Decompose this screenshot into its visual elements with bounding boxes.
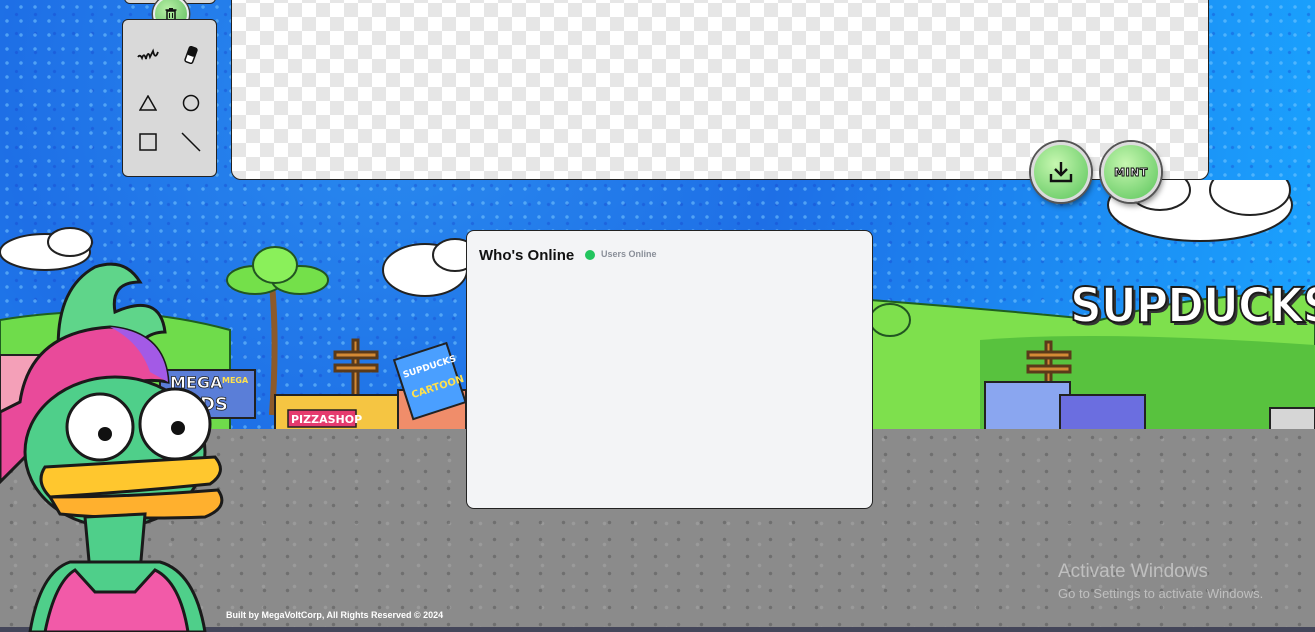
line-icon	[181, 132, 201, 152]
watermark-title: Activate Windows	[1058, 561, 1208, 582]
line-tool-button[interactable]	[178, 129, 204, 155]
download-button[interactable]	[1031, 142, 1091, 202]
drawing-toolbox	[122, 19, 217, 177]
building-purple	[1059, 394, 1146, 430]
cloud-middle	[382, 238, 478, 297]
users-online-label: Users Online	[601, 249, 657, 259]
building-grey	[1269, 407, 1315, 430]
duck-mascot	[0, 262, 224, 632]
sign-pizza: PIZZASHOP	[291, 413, 362, 426]
online-status-dot	[585, 250, 595, 260]
square-tool-button[interactable]	[135, 129, 161, 155]
circle-tool-button[interactable]	[178, 90, 204, 116]
watermark-subtitle: Go to Settings to activate Windows.	[1058, 586, 1264, 601]
whos-online-title: Who's Online	[479, 247, 575, 264]
pen-tool-button[interactable]	[135, 42, 161, 68]
mint-button[interactable]: MINT	[1101, 142, 1161, 202]
whos-online-panel: Who's Online Users Online	[466, 230, 873, 509]
square-icon	[139, 133, 157, 151]
download-icon	[1049, 162, 1073, 183]
windows-activation-watermark: Activate Windows Go to Settings to activ…	[1058, 561, 1263, 601]
footer-copyright: Built by MegaVoltCorp, All Rights Reserv…	[226, 610, 444, 620]
building-blue	[984, 381, 1071, 430]
triangle-icon	[139, 95, 157, 111]
mint-button-label: MINT	[1114, 165, 1148, 179]
circle-icon	[182, 94, 200, 112]
triangle-tool-button[interactable]	[135, 90, 161, 116]
supducks-logo-text: SUPDUCKS	[1069, 277, 1315, 335]
eraser-icon	[184, 46, 198, 64]
squiggle-pen-icon	[137, 48, 159, 61]
eraser-tool-button[interactable]	[178, 42, 204, 68]
